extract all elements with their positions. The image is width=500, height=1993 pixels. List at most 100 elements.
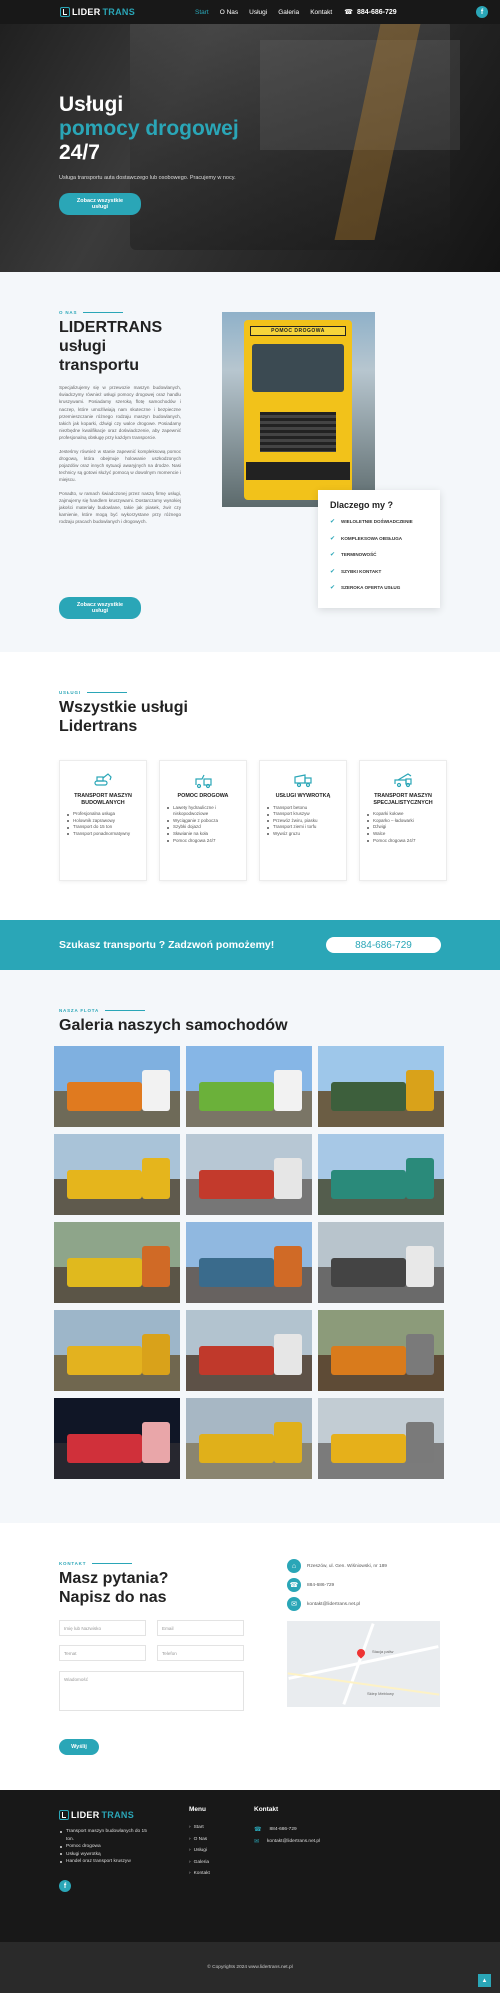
mail-icon: ✉ bbox=[254, 1839, 260, 1845]
message-textarea[interactable]: Wiadomość bbox=[59, 1671, 244, 1711]
gallery-photo[interactable] bbox=[186, 1222, 312, 1303]
services-title-line1: Wszystkie usługi bbox=[59, 699, 188, 716]
check-icon: ✔ bbox=[330, 585, 336, 591]
service-card-item: Szybki dojazd bbox=[166, 824, 240, 831]
photo-truck-cab bbox=[274, 1070, 302, 1111]
hero-services-button[interactable]: Zobacz wszystkie usługi bbox=[59, 193, 141, 215]
gallery-photo[interactable] bbox=[318, 1134, 444, 1215]
service-card[interactable]: POMOC DROGOWA Lawety hydrauliczne i nisk… bbox=[159, 760, 247, 881]
gallery-photo[interactable] bbox=[318, 1398, 444, 1479]
photo-vehicle bbox=[66, 1170, 143, 1199]
nav-item-start[interactable]: Start bbox=[195, 9, 209, 16]
service-card-item: Walce bbox=[366, 831, 440, 838]
gallery-photo[interactable] bbox=[318, 1046, 444, 1127]
back-to-top-icon[interactable]: ▲ bbox=[478, 1974, 491, 1987]
gallery-photo[interactable] bbox=[186, 1310, 312, 1391]
footer-menu-item-uslugi[interactable]: › Usługi bbox=[189, 1845, 210, 1857]
nav-item-galeria[interactable]: Galeria bbox=[278, 9, 299, 16]
services-section: USŁUGI Wszystkie usługi Lidertrans TRANS… bbox=[0, 652, 500, 920]
photo-truck-cab bbox=[406, 1246, 434, 1287]
photo-vehicle bbox=[66, 1082, 143, 1111]
service-card-title: USŁUGI WYWROTKĄ bbox=[275, 793, 331, 799]
service-card[interactable]: USŁUGI WYWROTKĄ Transport betonu Transpo… bbox=[259, 760, 347, 881]
photo-truck-cab bbox=[406, 1158, 434, 1199]
name-input[interactable]: Imię lub Nazwisko bbox=[59, 1620, 146, 1636]
footer-phone-text: 884-686-729 bbox=[269, 1827, 297, 1832]
nav-phone-link[interactable]: ☎ 884-686-729 bbox=[344, 8, 396, 17]
photo-vehicle bbox=[330, 1434, 407, 1463]
service-card-item: Sławianie na koła bbox=[166, 831, 240, 838]
photo-vehicle bbox=[330, 1346, 407, 1375]
gallery-photo[interactable] bbox=[54, 1222, 180, 1303]
phone-icon: ☎ bbox=[344, 9, 353, 16]
contact-email[interactable]: ✉ kontakt@lidertrans.net.pl bbox=[287, 1597, 360, 1611]
chevron-right-icon: › bbox=[189, 1836, 191, 1842]
nav-item-uslugi[interactable]: Usługi bbox=[249, 9, 267, 16]
service-card-title: TRANSPORT MASZYN SPECJALISTYCZNYCH bbox=[373, 793, 433, 806]
photo-truck-cab bbox=[274, 1422, 302, 1463]
footer-menu: › Start › O Nas › Usługi › Galeria › Kontakt bbox=[189, 1822, 210, 1880]
footer-logo[interactable]: LIDER TRANS bbox=[59, 1810, 134, 1820]
contact-phone-text: 884-686-729 bbox=[307, 1582, 335, 1588]
service-card-item: Transport betonu bbox=[266, 805, 340, 812]
send-button[interactable]: Wyślij bbox=[59, 1739, 99, 1755]
footer-menu-item-o-nas[interactable]: › O Nas bbox=[189, 1834, 210, 1846]
facebook-icon[interactable]: f bbox=[476, 6, 488, 18]
contact-phone[interactable]: ☎ 884-686-729 bbox=[287, 1578, 334, 1592]
gallery-photo[interactable] bbox=[54, 1310, 180, 1391]
footer-menu-item-start[interactable]: › Start bbox=[189, 1822, 210, 1834]
copyright-text: © Copyrights 2024 www.lidertrans.net.pl bbox=[207, 1965, 293, 1970]
email-input[interactable]: Email bbox=[157, 1620, 244, 1636]
hero-title-line1: Usługi bbox=[59, 93, 124, 116]
footer-email[interactable]: ✉ kontakt@lidertrans.net.pl bbox=[254, 1838, 320, 1845]
footer-logo-text-accent: TRANS bbox=[101, 1810, 134, 1820]
gallery-photo[interactable] bbox=[54, 1398, 180, 1479]
check-icon: ✔ bbox=[330, 535, 336, 542]
service-card-title: TRANSPORT MASZYN BUDOWLANYCH bbox=[74, 793, 132, 806]
nav-item-o-nas[interactable]: O Nas bbox=[220, 9, 238, 16]
gallery-photo[interactable] bbox=[54, 1134, 180, 1215]
gallery-photo[interactable] bbox=[318, 1222, 444, 1303]
gallery-photo[interactable] bbox=[186, 1398, 312, 1479]
mail-icon: ✉ bbox=[287, 1597, 301, 1611]
why-us-card: Dlaczego my ? ✔ WIELOLETNIE DOŚWIADCZENIE… bbox=[318, 490, 440, 608]
gallery-photo[interactable] bbox=[186, 1134, 312, 1215]
subject-input[interactable]: Temat bbox=[59, 1645, 146, 1661]
photo-vehicle bbox=[198, 1170, 275, 1199]
check-icon: ✔ bbox=[330, 568, 336, 575]
hero-subtitle: Usługa transportu auta dostawczego lub o… bbox=[59, 175, 236, 181]
contact-title: Masz pytania? Napisz do nas bbox=[59, 1569, 168, 1607]
main-menu: Start O Nas Usługi Galeria Kontakt bbox=[195, 9, 332, 16]
why-us-title: Dlaczego my ? bbox=[330, 500, 394, 510]
footer-phone[interactable]: ☎ 884-686-729 bbox=[254, 1826, 297, 1833]
chevron-right-icon: › bbox=[189, 1859, 191, 1865]
about-services-button[interactable]: Zobacz wszystkie usługi bbox=[59, 597, 141, 619]
gallery-photo[interactable] bbox=[54, 1046, 180, 1127]
service-card-list: Lawety hydrauliczne i niskopodwoziowe Wy… bbox=[166, 805, 240, 845]
map-road bbox=[287, 1672, 440, 1696]
photo-vehicle bbox=[330, 1082, 407, 1111]
crane-truck-icon bbox=[394, 773, 412, 788]
gallery-photo[interactable] bbox=[186, 1046, 312, 1127]
home-icon: ⌂ bbox=[287, 1559, 301, 1573]
hero-content: Usługi pomocy drogowej 24/7 Usługa trans… bbox=[59, 93, 239, 215]
about-paragraph: Specjalizujemy się w przewozie maszyn bu… bbox=[59, 385, 181, 441]
map-label: Sklep Meblowy bbox=[367, 1691, 394, 1696]
brand-logo[interactable]: LIDER TRANS bbox=[60, 7, 135, 17]
services-title-line2: Lidertrans bbox=[59, 718, 138, 735]
footer-facebook-icon[interactable]: f bbox=[59, 1880, 71, 1892]
gallery-photo[interactable] bbox=[318, 1310, 444, 1391]
footer-menu-item-galeria[interactable]: › Galeria bbox=[189, 1857, 210, 1869]
phone-input[interactable]: Telefon bbox=[157, 1645, 244, 1661]
contact-title-line2: Napisz do nas bbox=[59, 1589, 167, 1606]
footer-services-item: Handel oraz transport kruszyw bbox=[59, 1858, 149, 1866]
service-card[interactable]: TRANSPORT MASZYN BUDOWLANYCH Profesjonal… bbox=[59, 760, 147, 881]
photo-truck-cab bbox=[406, 1334, 434, 1375]
cta-phone-button[interactable]: 884-686-729 bbox=[326, 937, 441, 953]
service-card[interactable]: TRANSPORT MASZYN SPECJALISTYCZNYCH Kopar… bbox=[359, 760, 447, 881]
nav-item-kontakt[interactable]: Kontakt bbox=[310, 9, 332, 16]
location-map[interactable]: Stacja paliw Sklep Meblowy bbox=[287, 1621, 440, 1707]
footer-logo-text: LIDER bbox=[71, 1810, 100, 1820]
footer-menu-item-kontakt[interactable]: › Kontakt bbox=[189, 1868, 210, 1880]
photo-vehicle bbox=[198, 1258, 275, 1287]
